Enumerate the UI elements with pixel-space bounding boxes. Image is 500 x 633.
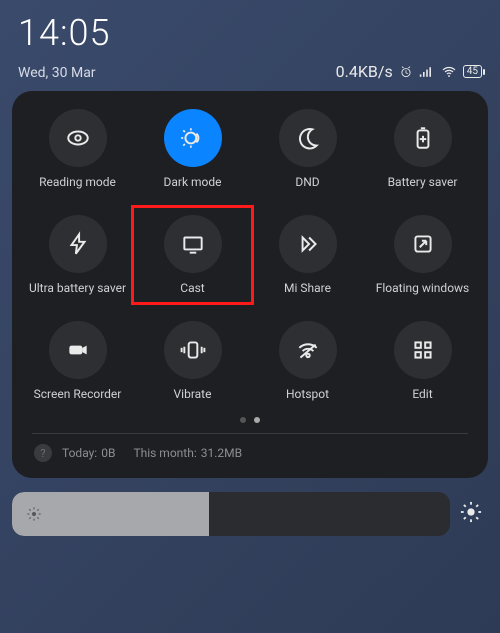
- page-dot: [240, 417, 246, 423]
- tile-edit[interactable]: Edit: [365, 321, 480, 401]
- cast-icon: [180, 231, 206, 257]
- tile-label: Hotspot: [286, 387, 329, 401]
- tile-label: Mi Share: [284, 281, 331, 295]
- tile-circle: [394, 215, 452, 273]
- alarm-icon: [399, 65, 413, 79]
- vibrate-icon: [180, 337, 206, 363]
- usage-month-label: This month:: [133, 446, 196, 460]
- tile-dnd[interactable]: DND: [250, 109, 365, 189]
- tile-circle: [49, 215, 107, 273]
- tile-reading-mode[interactable]: Reading mode: [20, 109, 135, 189]
- tile-circle: [279, 215, 337, 273]
- videocam-icon: [65, 337, 91, 363]
- brightness-row: [12, 492, 488, 536]
- wifi-icon: [441, 64, 457, 80]
- tile-label: Screen Recorder: [34, 387, 122, 401]
- battery-plus-icon: [410, 125, 436, 151]
- tile-circle: [49, 109, 107, 167]
- tile-ultra-battery-saver[interactable]: Ultra battery saver: [20, 215, 135, 295]
- bolt-icon: [65, 231, 91, 257]
- tile-label: Dark mode: [163, 175, 221, 189]
- tile-label: Battery saver: [388, 175, 458, 189]
- tile-vibrate[interactable]: Vibrate: [135, 321, 250, 401]
- tile-hotspot[interactable]: Hotspot: [250, 321, 365, 401]
- battery-indicator: 45: [463, 65, 482, 78]
- clock-time: 14:05: [18, 12, 110, 54]
- usage-month-value: 31.2MB: [201, 446, 242, 460]
- tile-circle: [394, 321, 452, 379]
- tile-battery-saver[interactable]: Battery saver: [365, 109, 480, 189]
- hotspot-icon: [295, 337, 321, 363]
- tile-label: DND: [295, 175, 319, 189]
- eye-icon: [65, 125, 91, 151]
- tile-label: Floating windows: [376, 281, 470, 295]
- tile-circle: [49, 321, 107, 379]
- grid-icon: [410, 337, 436, 363]
- tile-cast[interactable]: Cast: [135, 215, 250, 295]
- moon-sun-icon: [180, 125, 206, 151]
- usage-today-value: 0B: [101, 446, 115, 460]
- auto-brightness-button[interactable]: [460, 501, 488, 527]
- tile-circle: [164, 215, 222, 273]
- data-usage-row[interactable]: ? Today: 0B This month: 31.2MB: [20, 434, 480, 464]
- tile-circle: [279, 109, 337, 167]
- page-dot: [254, 417, 260, 423]
- usage-today-label: Today:: [62, 446, 97, 460]
- network-speed: 0.4KB/s: [336, 62, 393, 81]
- tile-label: Vibrate: [174, 387, 212, 401]
- page-indicator[interactable]: [20, 417, 480, 423]
- tile-circle: [164, 321, 222, 379]
- brightness-slider[interactable]: [12, 492, 450, 536]
- mishare-icon: [295, 231, 321, 257]
- tile-label: Edit: [412, 387, 432, 401]
- tile-label: Ultra battery saver: [29, 281, 126, 295]
- date-text: Wed, 30 Mar: [18, 65, 96, 81]
- floatwin-icon: [410, 231, 436, 257]
- tile-circle: [279, 321, 337, 379]
- tile-label: Cast: [180, 281, 204, 295]
- tile-circle: [394, 109, 452, 167]
- status-icons: 0.4KB/s 45: [336, 62, 482, 81]
- tile-screen-recorder[interactable]: Screen Recorder: [20, 321, 135, 401]
- tile-label: Reading mode: [39, 175, 116, 189]
- signal-icon: [419, 66, 435, 78]
- brightness-high-icon: [460, 501, 482, 523]
- tile-dark-mode[interactable]: Dark mode: [135, 109, 250, 189]
- quick-settings-panel: Reading mode Dark mode DND Battery saver Ult…: [12, 91, 488, 478]
- tile-floating-windows[interactable]: Floating windows: [365, 215, 480, 295]
- brightness-low-icon: [26, 506, 42, 522]
- info-icon: ?: [34, 444, 52, 462]
- tile-mi-share[interactable]: Mi Share: [250, 215, 365, 295]
- tile-circle: [164, 109, 222, 167]
- moon-icon: [295, 125, 321, 151]
